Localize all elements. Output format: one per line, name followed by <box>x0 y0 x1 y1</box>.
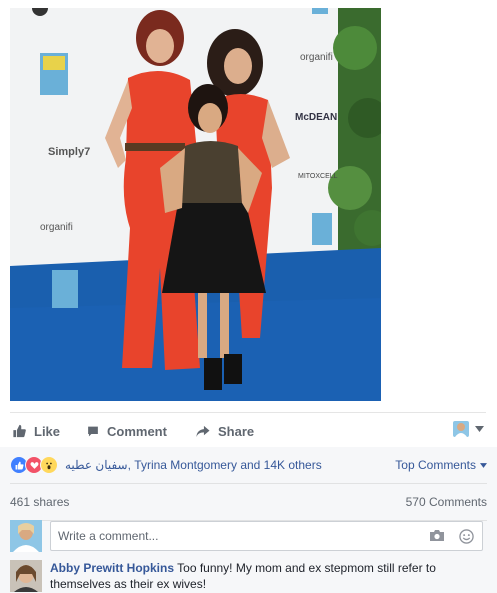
comment-placeholder: Write a comment... <box>58 529 159 543</box>
backdrop-logo-mcdean: McDEAN <box>295 112 337 123</box>
identity-avatar <box>453 421 469 437</box>
comment-label: Comment <box>107 423 167 439</box>
speech-bubble-icon <box>88 426 98 436</box>
share-arrow-icon <box>196 425 210 437</box>
like-button[interactable]: Like <box>12 413 60 449</box>
backdrop-logo-organifi-left: organifi <box>40 222 73 233</box>
reaction-icons[interactable] <box>10 456 58 474</box>
like-label: Like <box>34 423 61 439</box>
identity-selector[interactable] <box>453 421 484 437</box>
comment-sort-dropdown[interactable]: Top Comments <box>395 447 487 483</box>
camera-icon[interactable] <box>429 529 445 544</box>
share-button[interactable]: Share <box>195 413 254 449</box>
caret-down-icon <box>480 462 487 468</box>
avatar[interactable] <box>10 520 42 552</box>
comment-composer: Write a comment... <box>10 520 487 560</box>
post-stats: 461 shares 570 Comments <box>10 484 487 521</box>
caret-down-icon <box>475 426 484 432</box>
backdrop-logo-mitoxcell: MITOXCELL <box>298 173 338 180</box>
share-label: Share <box>218 423 255 439</box>
comments-count[interactable]: 570 Comments <box>406 495 487 509</box>
thumbs-up-icon <box>13 424 26 438</box>
wow-reaction-icon <box>40 456 58 474</box>
comments-panel: سفيان عطيه, Tyrina Montgomery and 14K ot… <box>0 447 497 593</box>
reactions-summary: سفيان عطيه, Tyrina Montgomery and 14K ot… <box>10 447 487 484</box>
emoji-icon[interactable] <box>459 529 474 544</box>
post-photo[interactable]: Simply7 organifi McDEAN MITOXCELL organi… <box>10 8 381 401</box>
backdrop-logo-organifi-top: organifi <box>300 52 333 63</box>
comment-button[interactable]: Comment <box>86 413 167 449</box>
shares-count[interactable]: 461 shares <box>10 495 69 509</box>
commenter-avatar[interactable] <box>10 560 42 592</box>
comment-input[interactable]: Write a comment... <box>50 521 483 551</box>
backdrop-logo-simply7: Simply7 <box>48 146 90 158</box>
sort-label: Top Comments <box>395 458 476 472</box>
comment-author-link[interactable]: Abby Prewitt Hopkins <box>50 561 174 575</box>
reactors-link[interactable]: سفيان عطيه, Tyrina Montgomery and 14K ot… <box>65 458 322 472</box>
comment-body: Abby Prewitt Hopkins Too funny! My mom a… <box>50 560 470 592</box>
post-action-bar: Like Comment Share <box>10 412 486 449</box>
